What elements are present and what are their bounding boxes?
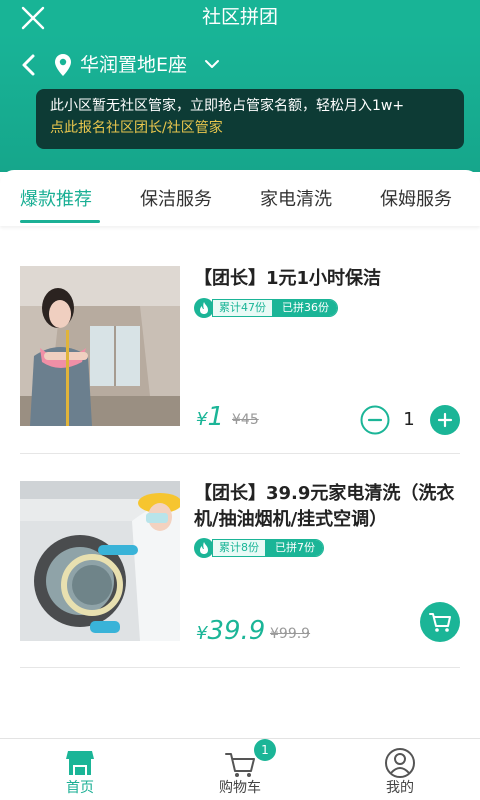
nav-label-cart: 购物车 <box>219 780 261 796</box>
tab-appliance-cleaning[interactable]: 家电清洗 <box>260 188 332 212</box>
price-value: 1 <box>207 402 224 432</box>
notice-signup-link[interactable]: 点此报名社区团长/社区管家 <box>50 117 450 139</box>
nav-home[interactable]: 首页 <box>20 739 140 800</box>
nav-cart[interactable]: 1 购物车 <box>180 739 300 800</box>
decrease-quantity-button[interactable] <box>360 405 390 435</box>
location-pin-icon <box>55 54 71 76</box>
original-price: ¥45 <box>232 412 259 428</box>
add-to-cart-button[interactable] <box>420 602 460 642</box>
fire-icon <box>194 538 214 558</box>
nav-label-home: 首页 <box>66 780 94 796</box>
divider <box>20 667 460 668</box>
product-title[interactable]: 【团长】1元1小时保洁 <box>194 266 464 292</box>
location-selector[interactable]: 华润置地E座 <box>0 48 480 82</box>
store-icon <box>66 751 94 775</box>
nav-label-profile: 我的 <box>386 780 414 796</box>
recruit-notice[interactable]: 此小区暂无社区管家，立即抢占管家名额，轻松月入1w+ 点此报名社区团长/社区管家 <box>36 89 464 149</box>
original-price: ¥99.9 <box>270 626 311 642</box>
stat-total: 累计47份 <box>213 300 272 316</box>
nav-profile[interactable]: 我的 <box>340 739 460 800</box>
fire-icon <box>194 298 214 318</box>
quantity-value: 1 <box>403 409 415 430</box>
category-tabs: 爆款推荐 保洁服务 家电清洗 保姆服务 <box>0 170 480 226</box>
product-image-appliance-cleaning[interactable] <box>20 481 180 641</box>
cart-count-badge: 1 <box>254 739 276 761</box>
stat-joined: 已拼36份 <box>272 300 337 316</box>
group-stats: 累计8份 已拼7份 <box>194 538 324 558</box>
price: ¥39.9 <box>196 616 265 649</box>
header: 社区拼团 华润置地E座 此小区暂无社区管家，立即抢占管家名额，轻松月入1w+ 点… <box>0 0 480 172</box>
back-arrow-icon[interactable] <box>18 52 40 78</box>
stats-pill: 累计8份 已拼7份 <box>212 539 324 557</box>
stat-joined: 已拼7份 <box>265 540 323 556</box>
notice-text: 此小区暂无社区管家，立即抢占管家名额，轻松月入1w+ <box>50 98 405 114</box>
group-stats: 累计47份 已拼36份 <box>194 298 338 318</box>
increase-quantity-button[interactable] <box>430 405 460 435</box>
page-title: 社区拼团 <box>201 6 278 28</box>
location-name[interactable]: 华润置地E座 <box>80 52 187 78</box>
tab-cleaning-service[interactable]: 保洁服务 <box>140 188 212 212</box>
bottom-nav: 首页 1 购物车 我的 <box>0 738 480 800</box>
tab-hot-recommend[interactable]: 爆款推荐 <box>20 188 92 212</box>
currency-symbol: ¥ <box>196 623 208 644</box>
product-title[interactable]: 【团长】39.9元家电清洗（洗衣机/抽油烟机/挂式空调） <box>194 481 464 533</box>
active-tab-indicator <box>20 220 100 223</box>
cart-icon <box>225 753 255 777</box>
price: ¥1 <box>196 402 224 435</box>
price-value: 39.9 <box>207 616 266 646</box>
tab-nanny-service[interactable]: 保姆服务 <box>380 188 452 212</box>
product-image-cleaning[interactable] <box>20 266 180 426</box>
stat-total: 累计8份 <box>213 540 265 556</box>
stats-pill: 累计47份 已拼36份 <box>212 299 338 317</box>
user-icon <box>385 748 415 778</box>
currency-symbol: ¥ <box>196 409 208 430</box>
title-bar: 社区拼团 <box>0 0 480 36</box>
chevron-down-icon[interactable] <box>204 58 220 70</box>
divider <box>20 453 460 454</box>
